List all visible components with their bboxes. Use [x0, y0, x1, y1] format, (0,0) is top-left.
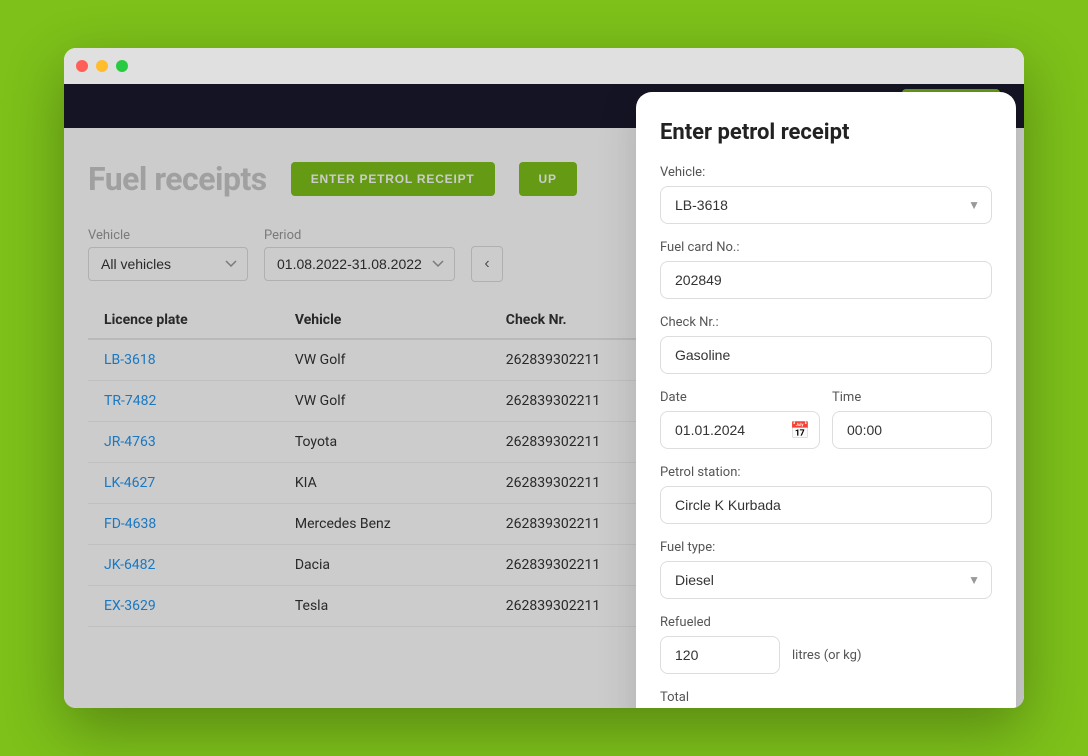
check-nr-input[interactable] — [660, 336, 992, 374]
date-input-wrap: 📅 — [660, 411, 820, 449]
modal-overlay: Enter petrol receipt Vehicle: LB-3618 ▼ … — [64, 84, 1024, 708]
fuel-type-select[interactable]: Diesel — [660, 561, 992, 599]
petrol-station-label: Petrol station: — [660, 465, 992, 480]
fuel-card-input[interactable] — [660, 261, 992, 299]
fuel-card-form-group: Fuel card No.: — [660, 240, 992, 299]
time-label: Time — [832, 390, 992, 405]
refueled-row: litres (or kg) — [660, 636, 992, 674]
refueled-label: Refueled — [660, 615, 992, 630]
refueled-unit: litres (or kg) — [792, 636, 861, 674]
fuel-card-label: Fuel card No.: — [660, 240, 992, 255]
vehicle-form-group: Vehicle: LB-3618 ▼ — [660, 165, 992, 224]
enter-receipt-modal: Enter petrol receipt Vehicle: LB-3618 ▼ … — [636, 92, 1016, 708]
vehicle-label: Vehicle: — [660, 165, 992, 180]
date-form-group: Date 📅 — [660, 390, 820, 449]
calendar-icon[interactable]: 📅 — [790, 421, 810, 440]
vehicle-select[interactable]: LB-3618 — [660, 186, 992, 224]
modal-title: Enter petrol receipt — [660, 120, 992, 145]
petrol-station-input[interactable] — [660, 486, 992, 524]
vehicle-select-wrap: LB-3618 ▼ — [660, 186, 992, 224]
time-form-group: Time — [832, 390, 992, 449]
date-label: Date — [660, 390, 820, 405]
check-nr-form-group: Check Nr.: — [660, 315, 992, 374]
total-label: Total — [660, 690, 992, 705]
total-form-group: Total EUR ▼ — [660, 690, 992, 708]
fuel-type-form-group: Fuel type: Diesel ▼ — [660, 540, 992, 599]
refueled-input[interactable] — [660, 636, 780, 674]
fuel-type-select-wrap: Diesel ▼ — [660, 561, 992, 599]
close-dot — [76, 60, 88, 72]
fuel-type-label: Fuel type: — [660, 540, 992, 555]
minimize-dot — [96, 60, 108, 72]
date-time-row: Date 📅 Time — [660, 390, 992, 465]
refueled-form-group: Refueled litres (or kg) — [660, 615, 992, 674]
expand-dot — [116, 60, 128, 72]
time-input[interactable] — [832, 411, 992, 449]
check-nr-label: Check Nr.: — [660, 315, 992, 330]
petrol-station-form-group: Petrol station: — [660, 465, 992, 524]
